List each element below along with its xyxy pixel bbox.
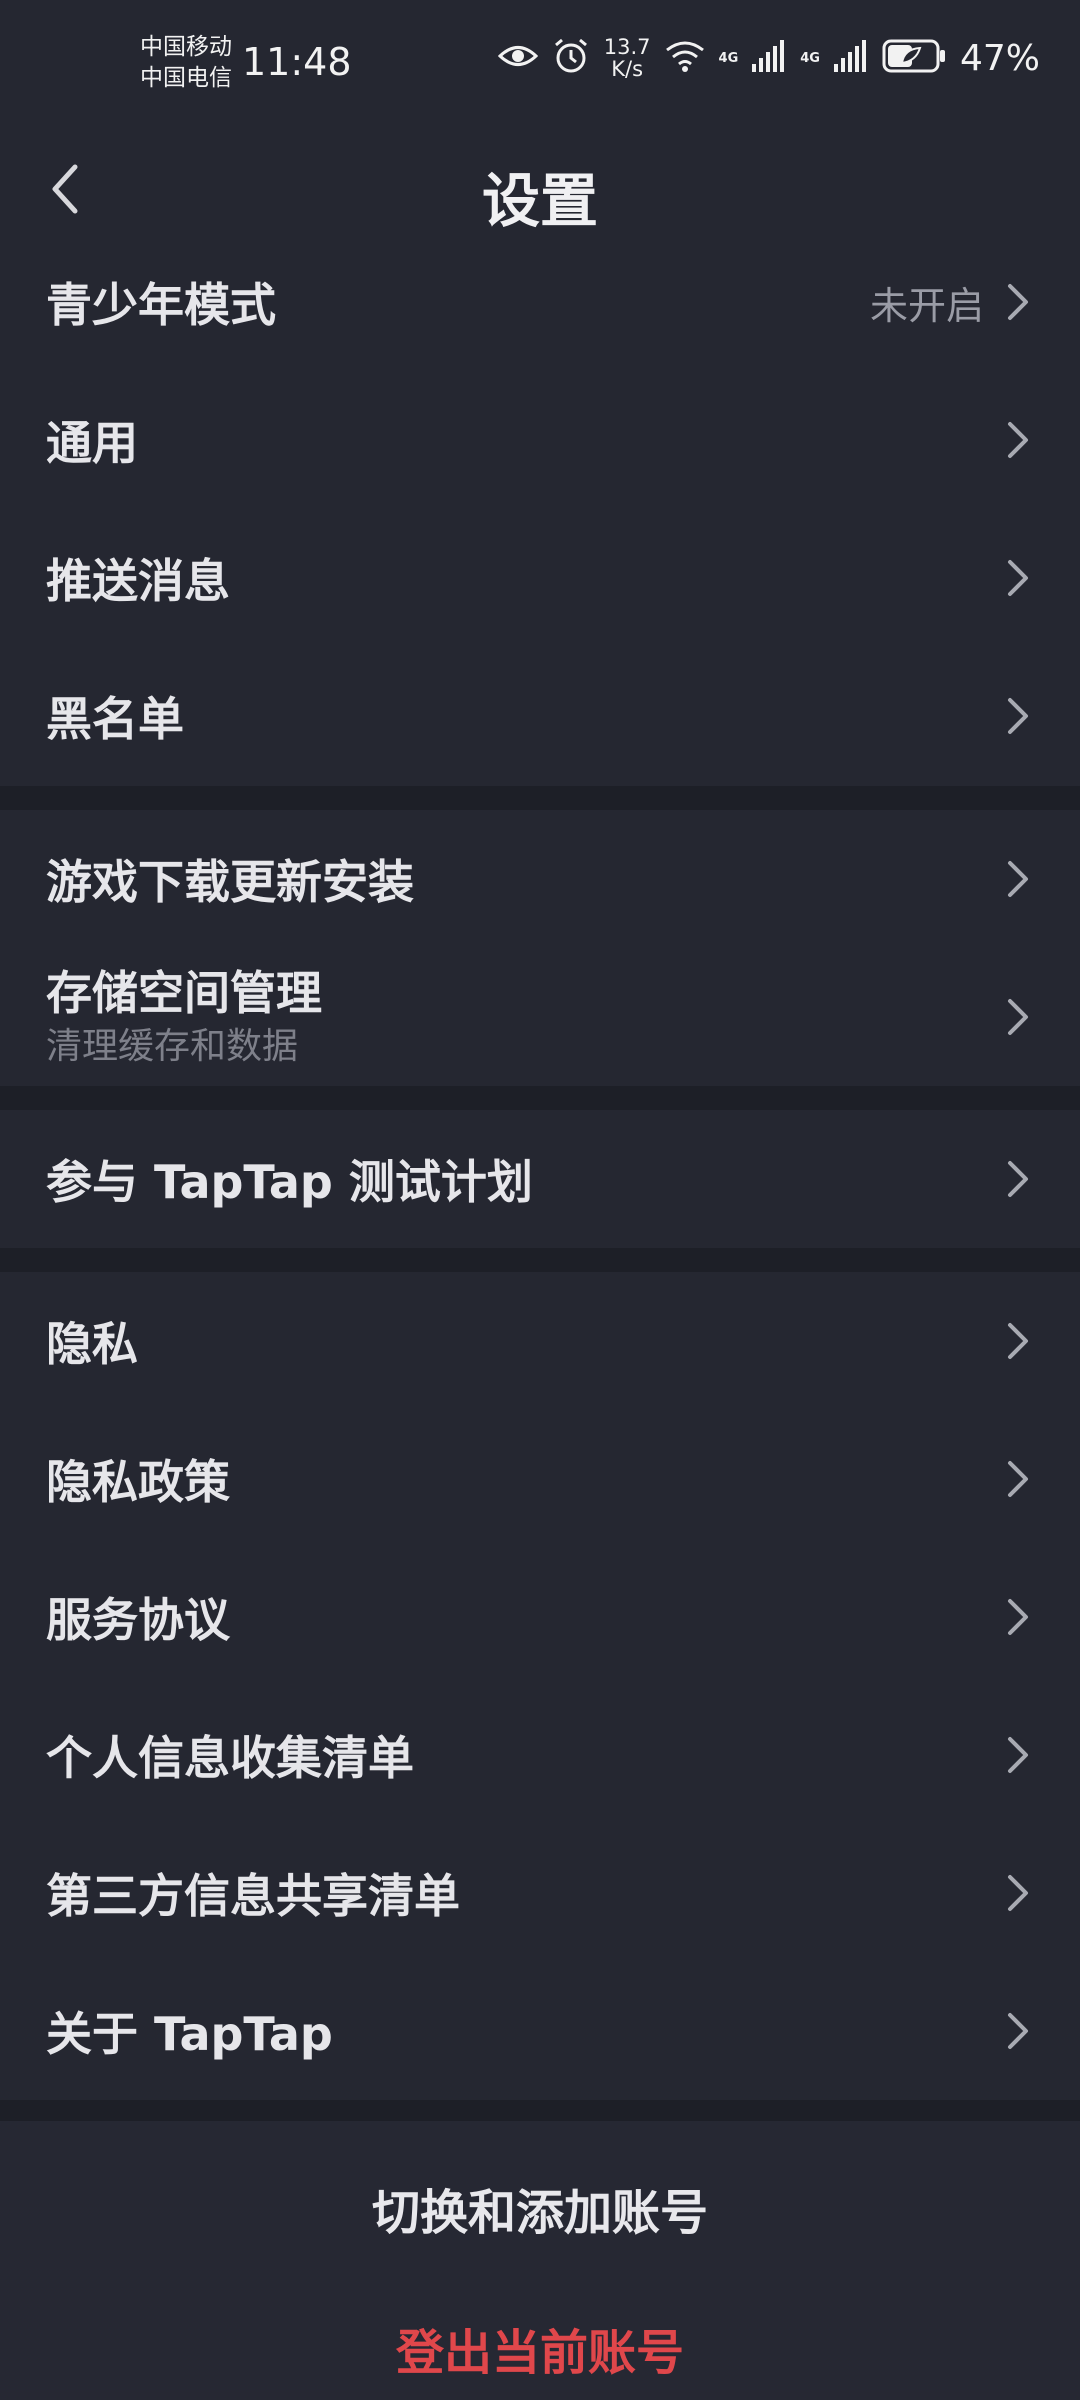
settings-group-2: 游戏下载更新安装 存储空间管理 清理缓存和数据 [0,810,1080,1086]
settings-item-service-agreement[interactable]: 服务协议 [0,1548,1080,1686]
battery-percent: 47% [959,37,1040,79]
chevron-right-icon [1006,1159,1034,1199]
network-speed: 13.7 K/s [604,36,651,80]
section-divider [0,786,1080,810]
signal-icon [752,40,786,76]
item-status-value: 未开启 [869,283,984,328]
item-label: 个人信息收集清单 [46,1731,414,1785]
settings-item-privacy-policy[interactable]: 隐私政策 [0,1410,1080,1548]
chevron-right-icon [1006,1321,1034,1361]
logout-button[interactable]: 登出当前账号 [0,2313,1080,2383]
settings-item-push-messages[interactable]: 推送消息 [0,509,1080,647]
item-subtitle: 清理缓存和数据 [46,1026,299,1067]
clock: 11:48 [242,40,352,84]
chevron-right-icon [1006,997,1034,1037]
settings-item-storage[interactable]: 存储空间管理 清理缓存和数据 [0,948,1080,1086]
chevron-right-icon [1006,1459,1034,1499]
settings-item-personal-info-list[interactable]: 个人信息收集清单 [0,1686,1080,1824]
item-label: 推送消息 [46,554,230,608]
settings-group-3: 参与 TapTap 测试计划 [0,1110,1080,1248]
section-divider [0,2100,1080,2121]
settings-item-about[interactable]: 关于 TapTap [0,1962,1080,2100]
settings-item-general[interactable]: 通用 [0,371,1080,509]
carrier-info: 中国移动 中国电信 [140,32,232,94]
chevron-right-icon [1006,420,1034,460]
battery-icon [882,39,946,77]
wifi-icon [665,40,705,76]
settings-item-test-program[interactable]: 参与 TapTap 测试计划 [0,1110,1080,1248]
network-type-2: 4G [800,50,820,66]
item-label: 黑名单 [46,692,184,746]
status-icons: 13.7 K/s 4G 4G 47% [497,36,1040,80]
network-type-1: 4G [718,50,739,66]
chevron-right-icon [1006,282,1034,322]
alarm-icon [552,37,590,79]
speed-unit: K/s [611,57,644,81]
settings-group-1: 青少年模式 未开启 通用 推送消息 黑名单 [0,233,1080,785]
item-label: 隐私政策 [46,1455,230,1509]
chevron-right-icon [1006,1597,1034,1637]
item-label: 青少年模式 [46,278,276,332]
settings-item-youth-mode[interactable]: 青少年模式 未开启 [0,233,1080,371]
item-label: 隐私 [46,1317,138,1371]
carrier-1: 中国移动 [140,34,232,60]
account-actions: 切换和添加账号 登出当前账号 [0,2121,1080,2400]
item-label: 关于 TapTap [46,2007,333,2061]
chevron-right-icon [1006,859,1034,899]
carrier-2: 中国电信 [140,65,232,91]
item-label: 存储空间管理 [46,966,322,1020]
item-label: 参与 TapTap 测试计划 [46,1155,533,1209]
chevron-right-icon [1006,558,1034,598]
section-divider [0,1086,1080,1110]
settings-item-game-download[interactable]: 游戏下载更新安装 [0,810,1080,948]
settings-item-blacklist[interactable]: 黑名单 [0,647,1080,785]
item-label: 游戏下载更新安装 [46,855,414,909]
switch-account-button[interactable]: 切换和添加账号 [0,2173,1080,2243]
item-label: 第三方信息共享清单 [46,1869,460,1923]
chevron-right-icon [1006,696,1034,736]
eye-icon [497,41,538,75]
speed-value: 13.7 [603,35,651,59]
status-bar: 中国移动 中国电信 11:48 13.7 K/s 4G 4G 47% [0,0,1080,130]
item-label: 服务协议 [46,1593,230,1647]
section-divider [0,1248,1080,1272]
settings-item-third-party-sharing[interactable]: 第三方信息共享清单 [0,1824,1080,1962]
item-label: 通用 [46,416,138,470]
chevron-right-icon [1006,1873,1034,1913]
chevron-right-icon [1006,1735,1034,1775]
chevron-right-icon [1006,2011,1034,2051]
signal-icon-2 [833,40,868,76]
page-title: 设置 [481,167,598,235]
settings-item-privacy[interactable]: 隐私 [0,1272,1080,1410]
settings-group-4: 隐私 隐私政策 服务协议 个人信息收集清单 第三方信息共享清单 关于 TapTa… [0,1272,1080,2100]
